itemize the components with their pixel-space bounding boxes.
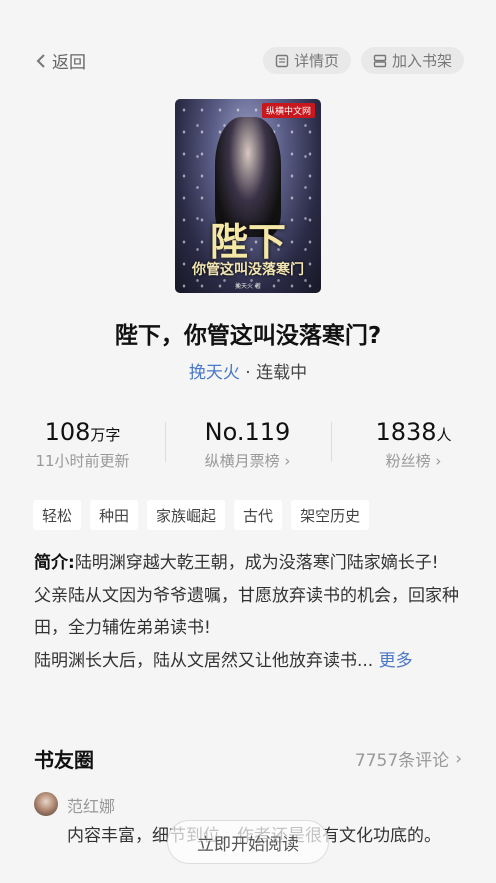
word-count-stat: 108万字 11小时前更新	[0, 418, 165, 471]
tag-list: 轻松 种田 家族崛起 古代 架空历史	[33, 500, 378, 530]
tag-item[interactable]: 家族崛起	[147, 500, 226, 530]
fans-unit: 人	[436, 426, 452, 444]
book-byline: 挽天火 · 连载中	[0, 358, 496, 383]
fans-value: 1838	[375, 418, 437, 446]
start-reading-button[interactable]: 立即开始阅读	[167, 820, 329, 864]
intro-label: 简介:	[34, 553, 75, 573]
start-reading-label: 立即开始阅读	[197, 834, 299, 855]
add-to-shelf-label: 加入书架	[392, 52, 453, 70]
fans-rank-stat[interactable]: 1838人 粉丝榜 ›	[331, 418, 496, 471]
reader-circle-header: 书友圈 7757条评论 ›	[34, 744, 462, 773]
author-link[interactable]: 挽天火	[189, 363, 240, 383]
chevron-left-icon	[36, 53, 45, 68]
more-link[interactable]: 更多	[379, 651, 413, 671]
tag-item[interactable]: 轻松	[33, 500, 82, 530]
chevron-right-icon: ›	[284, 452, 291, 470]
comment-count-link[interactable]: 7757条评论 ›	[354, 746, 462, 772]
intro-line-1: 陆明渊穿越大乾王朝，成为没落寒门陆家嫡长子!	[74, 553, 439, 573]
book-title: 陛下，你管这叫没落寒门?	[114, 323, 382, 349]
serial-status: · 连载中	[245, 363, 308, 383]
chevron-right-icon: ›	[435, 452, 442, 470]
update-time-label: 11小时前更新	[35, 452, 130, 470]
detail-page-button[interactable]: 详情页	[263, 47, 352, 74]
tag-item[interactable]: 架空历史	[291, 500, 370, 530]
document-icon	[275, 54, 289, 67]
add-to-shelf-button[interactable]: 加入书架	[361, 47, 465, 74]
book-introduction[interactable]: 简介:陆明渊穿越大乾王朝，成为没落寒门陆家嫡长子! 父亲陆从文因为爷爷遗嘱，甘愿…	[34, 547, 464, 677]
word-count-value: 108	[44, 418, 91, 446]
bookshelf-icon	[373, 54, 387, 67]
top-bar: 返回 详情页 加入书架	[0, 44, 496, 76]
cover-title-big: 陛下	[209, 219, 286, 264]
book-cover[interactable]: 纵横中文网 陛下 你管这叫没落寒门 挽天火 著	[175, 99, 321, 293]
monthly-ticket-rank-stat[interactable]: No.119 纵横月票榜 ›	[165, 418, 330, 471]
comment-count: 7757条评论	[354, 751, 450, 771]
back-label: 返回	[52, 53, 86, 73]
publisher-logo: 纵横中文网	[261, 103, 315, 118]
intro-line-2: 父亲陆从文因为爷爷遗嘱，甘愿放弃读书的机会，回家种田，全力辅佐弟弟读书!	[34, 585, 459, 639]
reader-circle-title: 书友圈	[34, 748, 94, 772]
word-count-unit: 万字	[90, 426, 121, 444]
chevron-right-icon: ›	[455, 748, 462, 769]
cover-author: 挽天火 著	[235, 283, 261, 290]
book-stats: 108万字 11小时前更新 No.119 纵横月票榜 › 1838人 粉丝榜 ›	[0, 418, 496, 474]
comment-username[interactable]: 范红娜	[67, 793, 115, 817]
intro-line-3: 陆明渊长大后，陆从文居然又让他放弃读书...	[34, 650, 374, 671]
avatar[interactable]	[34, 792, 58, 816]
tag-item[interactable]: 古代	[234, 500, 283, 530]
fans-label: 粉丝榜	[385, 452, 431, 470]
back-button[interactable]: 返回	[36, 48, 86, 73]
detail-page-label: 详情页	[294, 52, 340, 70]
rank-label: 纵横月票榜	[204, 452, 280, 470]
tag-item[interactable]: 种田	[90, 500, 139, 530]
rank-value: No.119	[204, 418, 291, 446]
cover-title-small: 你管这叫没落寒门	[192, 262, 304, 278]
